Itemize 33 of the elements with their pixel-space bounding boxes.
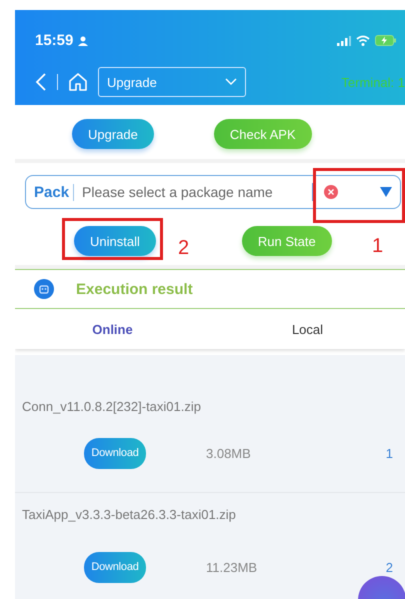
- tab[interactable]: Local: [210, 309, 405, 349]
- battery-icon: [375, 35, 397, 46]
- file-name: TaxiApp_v3.3.3-beta26.3.3-taxi01.zip: [22, 507, 237, 522]
- file-index: 1: [386, 446, 393, 460]
- panel-title: Execution result: [76, 280, 193, 298]
- action-button[interactable]: Check APK: [214, 119, 312, 149]
- chevron-down-icon: [225, 78, 237, 86]
- field-label: Pack: [34, 184, 74, 200]
- download-button[interactable]: Download: [84, 552, 146, 582]
- wifi-icon: [356, 35, 370, 46]
- annotation-number: 1: [372, 235, 384, 258]
- robot-icon: [34, 279, 54, 299]
- action-button[interactable]: Upgrade: [72, 119, 154, 149]
- terminal-label: Terminal: 1: [341, 74, 405, 90]
- tab[interactable]: Online: [15, 309, 210, 349]
- home-icon[interactable]: [68, 72, 88, 92]
- dropdown-triangle-icon[interactable]: [380, 187, 392, 197]
- back-icon[interactable]: [35, 72, 47, 92]
- file-size: 11.23MB: [206, 560, 258, 574]
- package-select-field[interactable]: Pack Please select a package name: [25, 175, 401, 209]
- file-size: 3.08MB: [206, 446, 251, 460]
- file-name: Conn_v11.0.8.2[232]-taxi01.zip: [22, 399, 202, 414]
- signal-icon: [337, 36, 351, 46]
- action-button[interactable]: Run State: [242, 226, 332, 256]
- package-input[interactable]: Please select a package name: [80, 183, 304, 201]
- action-button[interactable]: Uninstall: [74, 226, 156, 256]
- annotation-number: 2: [178, 237, 190, 260]
- status-time: 15:59: [35, 32, 74, 49]
- file-index: 2: [386, 560, 393, 574]
- person-icon: [78, 36, 88, 46]
- page-dropdown[interactable]: Upgrade: [98, 67, 246, 97]
- clear-icon[interactable]: [324, 185, 338, 199]
- download-button[interactable]: Download: [84, 438, 146, 468]
